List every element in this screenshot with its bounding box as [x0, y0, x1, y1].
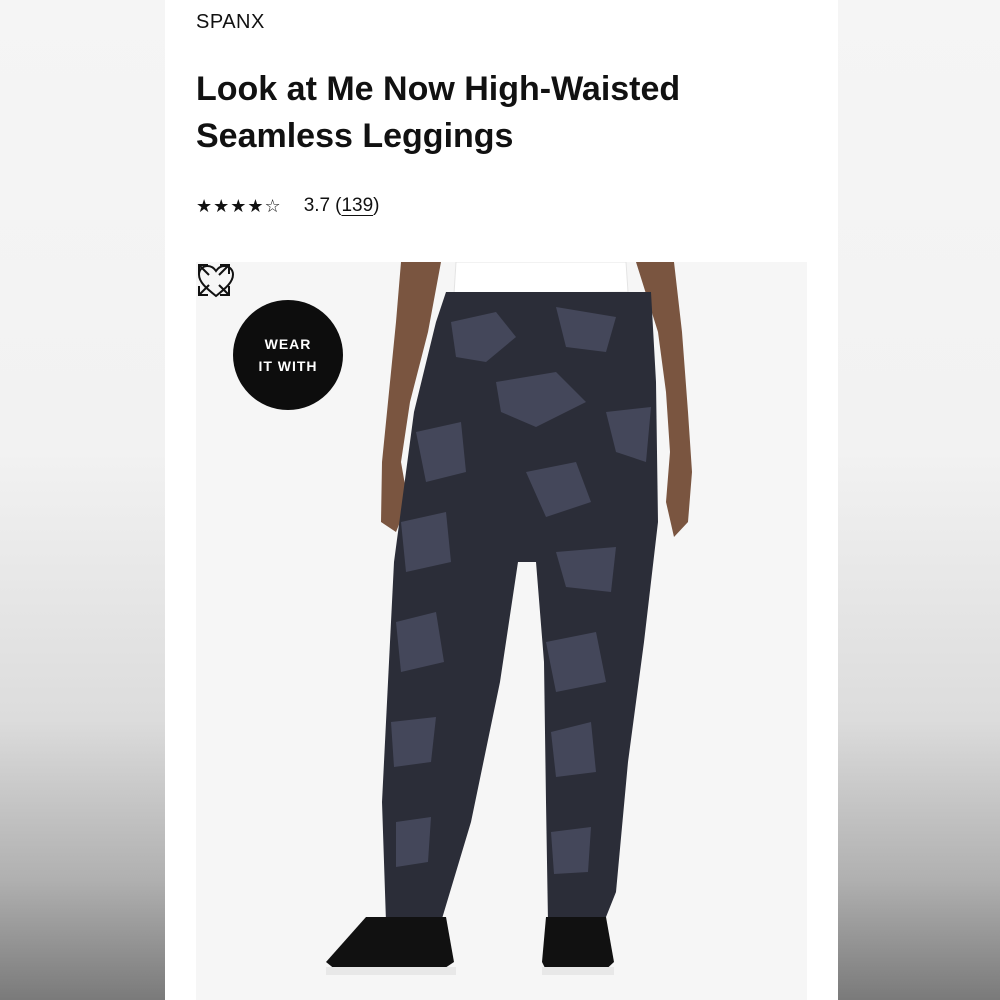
brand-name[interactable]: SPANX — [196, 11, 265, 34]
product-image[interactable]: WEAR IT WITH — [196, 262, 807, 1000]
left-shoe — [326, 917, 454, 974]
star-rating: ★★★★☆ — [196, 195, 282, 216]
white-top — [453, 262, 629, 295]
product-card: SPANX Look at Me Now High-Waisted Seamle… — [165, 0, 838, 1000]
wear-it-with-label-1: WEAR — [264, 336, 312, 352]
background-right — [838, 0, 1000, 1000]
review-count-close: ) — [373, 195, 380, 216]
wear-it-with-button[interactable]: WEAR IT WITH — [233, 300, 343, 410]
review-count-link[interactable]: 139 — [341, 195, 373, 217]
wear-it-with-label-2: IT WITH — [258, 358, 318, 374]
right-shoe — [542, 917, 614, 974]
expand-icon[interactable] — [196, 262, 232, 298]
rating-summary[interactable]: ★★★★☆ 3.7 (139) — [196, 192, 379, 220]
background-left — [0, 0, 165, 1000]
rating-value: 3.7 — [303, 195, 331, 216]
product-title: Look at Me Now High-Waisted Seamless Leg… — [196, 70, 681, 155]
